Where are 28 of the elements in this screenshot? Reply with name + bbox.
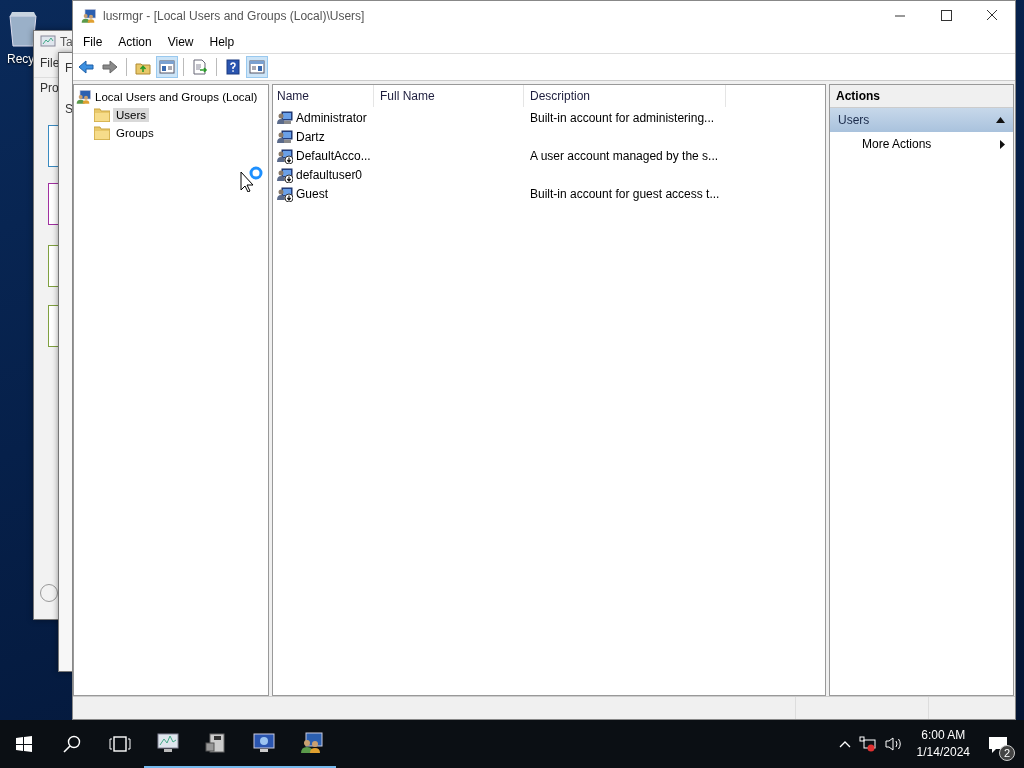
window-title: lusrmgr - [Local Users and Groups (Local)\Users]	[103, 9, 366, 23]
tree-item[interactable]: Users	[113, 108, 150, 122]
menu-item[interactable]: F	[65, 61, 73, 75]
tree-item[interactable]: Local Users and Groups (Local)	[95, 91, 258, 103]
tab[interactable]: Pro	[40, 81, 59, 95]
menu-item[interactable]: Action	[110, 35, 160, 49]
actions-header: Actions	[830, 85, 1013, 108]
menu-item[interactable]: Help	[201, 35, 243, 49]
column-header[interactable]: Description	[524, 85, 726, 107]
tree-item[interactable]: Groups	[113, 126, 157, 140]
column-header[interactable]: Full Name	[374, 85, 524, 107]
table-cell[interactable]: Dartz	[296, 129, 325, 144]
menu-item[interactable]: File	[40, 56, 60, 70]
notification-count: 2	[999, 745, 1015, 761]
clock-time[interactable]: 6:00 AM	[921, 727, 966, 744]
action-item[interactable]: More Actions	[830, 132, 1013, 156]
menu-item[interactable]: File	[75, 35, 111, 49]
column-header[interactable]: Name	[273, 85, 374, 107]
table-cell: A user account managed by the s...	[530, 148, 719, 163]
window-title: Ta	[60, 35, 73, 49]
panel-label: S	[65, 102, 73, 116]
table-cell: Built-in account for administering...	[530, 110, 715, 125]
menu-item[interactable]: View	[159, 35, 202, 49]
table-cell[interactable]: Administrator	[296, 110, 367, 125]
actions-section[interactable]: Users	[830, 108, 1013, 132]
clock-date[interactable]: 1/14/2024	[916, 744, 970, 761]
table-cell: Built-in account for guest access t...	[530, 186, 720, 201]
desktop-icon-label: Recy	[6, 52, 35, 66]
